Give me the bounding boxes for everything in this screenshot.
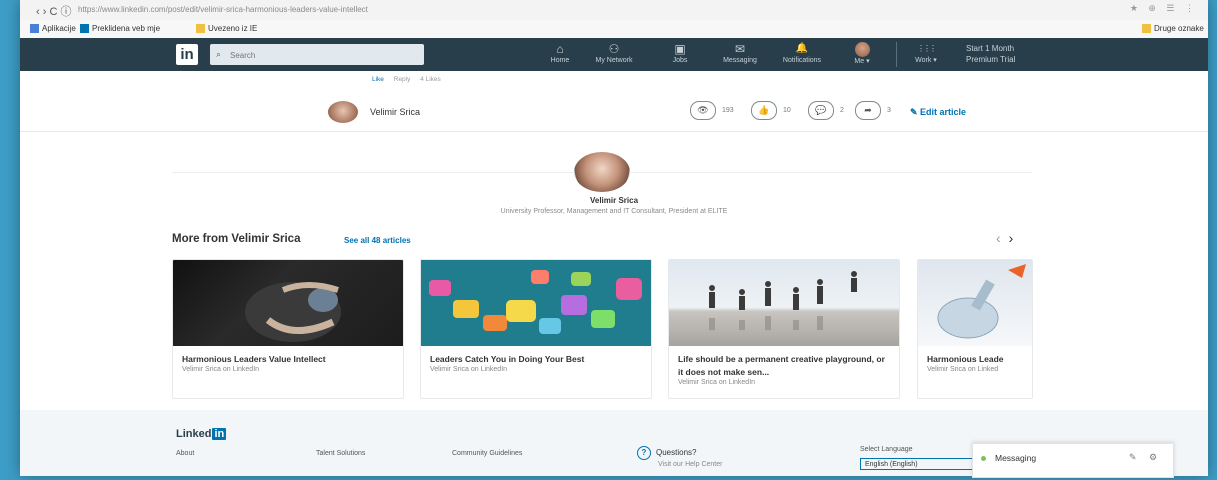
nav-divider <box>896 42 897 67</box>
folder-icon <box>1142 24 1151 33</box>
comment-icon: 💬 <box>808 101 834 120</box>
bookmark-linkedin[interactable]: Preklidena veb mje <box>80 24 160 33</box>
likes-count[interactable]: 4 Likes <box>420 76 441 83</box>
eye-icon: 👁 <box>690 101 716 120</box>
article-byline: Velimir Srica on LinkedIn <box>430 366 508 373</box>
language-select[interactable]: English (English) <box>860 458 986 470</box>
article-card[interactable]: Life should be a permanent creative play… <box>668 259 900 399</box>
article-byline: Velimir Srica on Linked <box>927 366 999 373</box>
browser-toolbar-icons[interactable]: ★ ⊕ ☰ ⋮ <box>1130 3 1198 14</box>
help-center-link[interactable]: Visit our Help Center <box>658 461 722 468</box>
linkedin-icon <box>80 24 89 33</box>
nav-messaging[interactable]: ✉ Messaging <box>718 42 762 66</box>
browser-window: ‹ › C ⓘ https://www.linkedin.com/post/ed… <box>20 0 1208 476</box>
share-icon: ➦ <box>855 101 881 120</box>
shares-stat[interactable]: ➦ 3 <box>855 101 891 123</box>
apps-icon <box>30 24 39 33</box>
nav-work[interactable]: ⋮⋮⋮ Work ▾ <box>904 42 948 66</box>
article-card[interactable]: Harmonious Leade Velimir Srica on Linked <box>917 259 1033 399</box>
search-box[interactable]: ⌕ <box>210 44 424 65</box>
footer-link-community-guidelines[interactable]: Community Guidelines <box>452 450 522 457</box>
language-label: Select Language <box>860 446 913 453</box>
like-icon: 👍 <box>751 101 777 120</box>
article-author-bar: Velimir Srica 👁 193 👍 10 💬 2 ➦ 3 ✎ Edit arti… <box>20 93 1208 132</box>
article-thumbnail <box>421 260 651 346</box>
bookmark-ie[interactable]: Uvezeno iz IE <box>196 24 257 33</box>
article-title[interactable]: Harmonious Leade <box>927 353 1032 366</box>
questions-link[interactable]: ? Questions? <box>637 446 696 460</box>
chat-icon: ✉ <box>734 42 746 56</box>
search-input[interactable] <box>228 47 412 63</box>
article-thumbnail <box>918 260 1032 346</box>
browser-nav-icons[interactable]: ‹ › C ⓘ <box>36 3 71 19</box>
footer-link-about[interactable]: About <box>176 450 194 457</box>
author-avatar[interactable] <box>328 101 358 123</box>
like-link[interactable]: Like <box>372 76 384 83</box>
hands-globe-image <box>245 282 341 342</box>
avatar-icon <box>854 42 870 57</box>
bell-icon: 🔔 <box>795 43 809 54</box>
article-thumbnail <box>669 260 899 346</box>
nav-jobs[interactable]: ▣ Jobs <box>658 42 702 66</box>
nav-me[interactable]: Me ▾ <box>840 42 884 67</box>
messaging-label: Messaging <box>995 453 1037 463</box>
article-card[interactable]: Harmonious Leaders Value Intellect Velim… <box>172 259 404 399</box>
folder-icon <box>196 24 205 33</box>
briefcase-icon: ▣ <box>674 42 686 56</box>
comments-stat[interactable]: 💬 2 <box>808 101 844 123</box>
nav-my-network[interactable]: ⚇ My Network <box>592 42 636 66</box>
compose-icon[interactable]: ✎ <box>1129 452 1137 463</box>
thumbs-up-image <box>421 260 651 346</box>
article-byline: Velimir Srica on LinkedIn <box>678 379 756 386</box>
article-title[interactable]: Life should be a permanent creative play… <box>678 353 890 379</box>
chevron-right-icon[interactable]: › <box>1009 230 1014 246</box>
article-title[interactable]: Harmonious Leaders Value Intellect <box>182 353 394 366</box>
jumping-people-image <box>709 271 857 330</box>
grid-icon: ⋮⋮⋮ <box>917 44 937 53</box>
linkedin-nav: in ⌕ ⌂ Home ⚇ My Network ▣ Jobs ✉ Messag… <box>20 38 1208 71</box>
author-photo[interactable] <box>574 152 630 192</box>
bookmark-other[interactable]: Druge oznake <box>1142 24 1204 33</box>
chevron-left-icon[interactable]: ‹ <box>996 230 1001 246</box>
author-name[interactable]: Velimir Srica <box>370 107 420 117</box>
linkedin-logo[interactable]: in <box>176 44 198 65</box>
more-articles-heading: More from Velimir Srica <box>172 233 301 245</box>
address-bar: ‹ › C ⓘ https://www.linkedin.com/post/ed… <box>20 0 1208 21</box>
article-card[interactable]: Leaders Catch You in Doing Your Best Vel… <box>420 259 652 399</box>
article-title[interactable]: Leaders Catch You in Doing Your Best <box>430 353 642 366</box>
author-headline: University Professor, Management and IT … <box>500 208 728 215</box>
footer-link-talent-solutions[interactable]: Talent Solutions <box>316 450 365 457</box>
see-all-articles-link[interactable]: See all 48 articles <box>344 236 411 245</box>
reply-link[interactable]: Reply <box>394 76 411 83</box>
url-field[interactable]: https://www.linkedin.com/post/edit/velim… <box>78 4 508 16</box>
messaging-panel[interactable]: Messaging ✎ ⚙ <box>972 443 1174 478</box>
nav-notifications[interactable]: 🔔 Notifications <box>780 42 824 66</box>
article-thumbnail <box>173 260 403 346</box>
fish-bowl-image <box>937 264 1026 339</box>
article-byline: Velimir Srica on LinkedIn <box>182 366 260 373</box>
gear-icon[interactable]: ⚙ <box>1149 452 1157 463</box>
home-icon: ⌂ <box>556 42 564 56</box>
help-icon: ? <box>637 446 651 460</box>
comment-actions: Like Reply 4 Likes <box>372 76 449 83</box>
author-full-name[interactable]: Velimir Srica <box>20 196 1208 205</box>
search-icon: ⌕ <box>216 49 222 59</box>
bookmarks-bar: Aplikacije Preklidena veb mje Uvezeno iz… <box>20 20 1208 39</box>
views-stat[interactable]: 👁 193 <box>690 101 734 123</box>
linkedin-footer-logo[interactable]: Linked in <box>176 428 227 440</box>
bookmark-apps[interactable]: Aplikacije <box>30 24 76 33</box>
edit-article-button[interactable]: ✎ Edit article <box>910 107 966 118</box>
carousel-arrows: ‹ › <box>996 230 1013 246</box>
people-icon: ⚇ <box>608 42 620 56</box>
online-status-icon <box>981 456 986 461</box>
nav-home[interactable]: ⌂ Home <box>538 42 582 66</box>
premium-trial-link[interactable]: Start 1 Month Premium Trial <box>966 43 1015 65</box>
likes-stat[interactable]: 👍 10 <box>751 101 791 123</box>
